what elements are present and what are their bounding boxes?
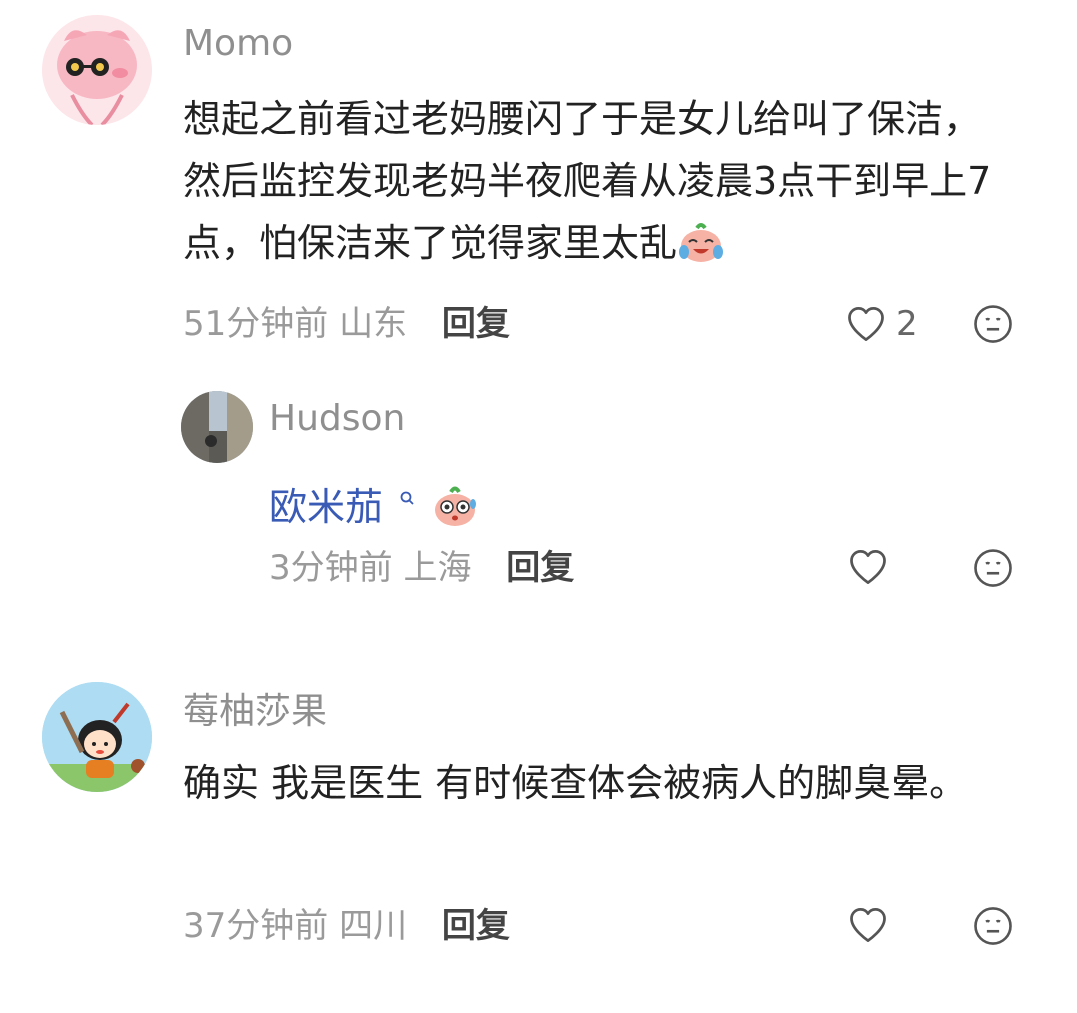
- heart-outline-icon: [850, 908, 886, 942]
- avatar[interactable]: [42, 682, 152, 792]
- comment-text: 确实 我是医生 有时候查体会被病人的脚臭晕。: [183, 761, 968, 805]
- street-photo-avatar-icon: [181, 391, 253, 463]
- username[interactable]: 莓柚莎果: [183, 690, 327, 734]
- comment-text: 欧米茄: [269, 462, 479, 546]
- location: 山东: [339, 304, 408, 344]
- comment-text: 想起之前看过老妈腰闪了于是女儿给叫了保洁，然后监控发现老妈半夜爬着从凌晨3点干到…: [183, 88, 1013, 282]
- pig-avatar-icon: [42, 15, 152, 125]
- username[interactable]: Hudson: [269, 397, 405, 441]
- comment-meta: 51分钟前 山东 回复: [183, 302, 510, 346]
- timestamp: 3分钟前: [269, 548, 393, 588]
- like-button[interactable]: [846, 903, 892, 949]
- cartoon-girl-avatar-icon: [42, 682, 152, 792]
- heart-outline-icon: [850, 550, 886, 584]
- avatar[interactable]: [42, 15, 152, 125]
- dislike-button[interactable]: [972, 905, 1014, 947]
- heart-outline-icon: [848, 307, 884, 341]
- username[interactable]: Momo: [183, 22, 293, 66]
- location: 上海: [403, 548, 472, 588]
- comment-meta: 3分钟前 上海 回复: [269, 546, 574, 590]
- like-button[interactable]: [846, 545, 892, 591]
- search-link-text[interactable]: 欧米茄: [269, 485, 383, 529]
- avatar[interactable]: [181, 391, 253, 463]
- neutral-face-icon: [974, 549, 1012, 587]
- timestamp: 37分钟前: [183, 906, 329, 946]
- dislike-button[interactable]: [972, 303, 1014, 345]
- reply-button[interactable]: 回复: [442, 906, 510, 946]
- neutral-face-icon: [974, 907, 1012, 945]
- comment-meta: 37分钟前 四川 回复: [183, 904, 510, 948]
- location: 四川: [339, 906, 408, 946]
- surprised-peach-emoji: [431, 482, 479, 546]
- dislike-button[interactable]: [972, 547, 1014, 589]
- reply-button[interactable]: 回复: [506, 548, 574, 588]
- timestamp: 51分钟前: [183, 304, 329, 344]
- reply-button[interactable]: 回复: [442, 304, 510, 344]
- like-button[interactable]: 2: [844, 300, 924, 348]
- neutral-face-icon: [974, 305, 1012, 343]
- crying-laughing-peach-emoji: [677, 220, 725, 282]
- search-icon[interactable]: [399, 462, 415, 524]
- comment-text-body: 想起之前看过老妈腰闪了于是女儿给叫了保洁，然后监控发现老妈半夜爬着从凌晨3点干到…: [183, 97, 992, 265]
- like-count: 2: [896, 304, 918, 344]
